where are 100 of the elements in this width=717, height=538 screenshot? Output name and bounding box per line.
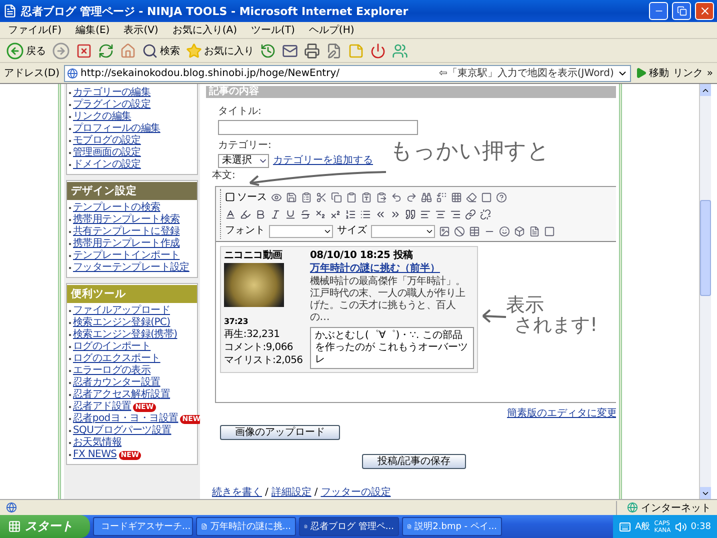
indent-icon[interactable] (390, 208, 401, 220)
italic-icon[interactable] (270, 208, 281, 220)
quote-icon[interactable] (405, 208, 416, 220)
taskbar-button[interactable]: コードギアスサーチ... (93, 517, 193, 536)
footer-link[interactable]: 続きを書く (212, 487, 262, 499)
copy-icon[interactable] (331, 192, 342, 202)
refresh-icon[interactable] (98, 42, 114, 58)
menu-item[interactable]: ヘルプ(H) (308, 23, 354, 37)
restore-button[interactable] (672, 2, 691, 20)
help-icon[interactable] (496, 192, 507, 202)
taskbar-button[interactable]: 忍者ブログ 管理ペ... (299, 517, 399, 536)
sidebar-link[interactable]: テンプレートの検索 (73, 202, 160, 214)
title-field[interactable] (218, 120, 418, 135)
favorites-button[interactable]: お気に入り (186, 42, 254, 58)
bullet-list-icon[interactable] (360, 208, 371, 220)
sidebar-link[interactable]: 共有テンプレートに登録 (73, 226, 180, 238)
close-button[interactable] (695, 2, 714, 20)
sidebar-link[interactable]: モブログの設定 (73, 135, 141, 147)
menu-item[interactable]: 表示(V) (124, 23, 158, 37)
video-title-link[interactable]: 万年時計の謎に挑む（前半） (310, 263, 474, 275)
sidebar-link[interactable]: テンプレートインポート (73, 250, 180, 262)
taskbar-button[interactable]: 万年時計の謎に挑... (196, 517, 296, 536)
sidebar-link[interactable]: リンクの編集 (73, 111, 132, 123)
highlighter-icon[interactable] (240, 208, 251, 220)
underline-icon[interactable] (285, 208, 296, 220)
paste-word-icon[interactable] (376, 192, 387, 202)
sidebar-link[interactable]: フッターテンプレート設定 (73, 262, 190, 274)
table-icon[interactable] (469, 226, 480, 236)
sidebar-link[interactable]: 携帯用テンプレート検索 (73, 214, 180, 226)
sidebar-link[interactable]: ファイルアップロード (73, 305, 170, 317)
sidebar-link[interactable]: ログのエクスポート (73, 353, 160, 365)
box-icon[interactable] (514, 226, 525, 236)
paste-icon[interactable] (346, 192, 357, 202)
menu-item[interactable]: ファイル(F) (8, 23, 62, 37)
footer-link[interactable]: 詳細設定 (271, 487, 312, 499)
menu-item[interactable]: お気に入り(A) (172, 23, 237, 37)
align-left-icon[interactable] (420, 208, 431, 220)
unlink-icon[interactable] (480, 208, 491, 220)
mail-icon[interactable] (282, 42, 298, 58)
taskbar-button[interactable]: 説明2.bmp - ペイ... (402, 517, 502, 536)
save-icon[interactable] (286, 192, 297, 202)
back-button[interactable]: 戻る (6, 42, 46, 60)
history-icon[interactable] (260, 42, 276, 58)
go-button[interactable]: 移動 (634, 66, 669, 80)
sidebar-link[interactable]: ログのインポート (73, 341, 151, 353)
links-label[interactable]: リンク (672, 66, 703, 80)
sidebar-link[interactable]: ドメインの設定 (73, 159, 141, 171)
bold-icon[interactable] (255, 208, 266, 220)
sidebar-link[interactable]: エラーログの表示 (73, 365, 151, 377)
image-icon[interactable] (439, 226, 450, 236)
sidebar-link[interactable]: 検索エンジン登録(PC) (73, 317, 170, 329)
sidebar-link[interactable]: 忍者アド設置 (73, 401, 132, 413)
sidebar-link[interactable]: お天気情報 (73, 437, 122, 449)
text-color-icon[interactable] (225, 208, 236, 220)
sidebar-link[interactable]: カテゴリーの編集 (73, 87, 151, 99)
sidebar-link[interactable]: 携帯用テンプレート作成 (73, 238, 180, 250)
align-right-icon[interactable] (450, 208, 461, 220)
menu-item[interactable]: 編集(E) (76, 23, 110, 37)
eraser-icon[interactable] (466, 192, 477, 202)
upload-image-button[interactable]: 画像のアップロード (220, 425, 340, 440)
page-icon[interactable] (529, 226, 540, 236)
sidebar-link[interactable]: プラグインの設定 (73, 99, 151, 111)
sidebar-link[interactable]: FX NEWS (73, 449, 117, 461)
no-sign-icon[interactable] (454, 226, 465, 236)
stop-icon[interactable] (76, 42, 92, 58)
sidebar-link[interactable]: 忍者アクセス解析設置 (73, 389, 170, 401)
outdent-icon[interactable] (375, 208, 386, 220)
sidebar-link[interactable]: プロフィールの編集 (73, 123, 160, 135)
replace-icon[interactable] (436, 192, 447, 202)
sidebar-link[interactable]: 忍者podヨ・ヨ・ヨ設置 (73, 413, 178, 425)
preview-icon[interactable] (271, 192, 282, 202)
align-center-icon[interactable] (435, 208, 446, 220)
superscript-icon[interactable] (330, 208, 341, 220)
more-chevron[interactable]: » (706, 68, 713, 78)
strikethrough-icon[interactable] (300, 208, 311, 220)
source-button[interactable]: ソース (225, 190, 267, 204)
category-select[interactable]: 未選択 (218, 154, 269, 168)
select-all-icon[interactable] (451, 192, 462, 202)
sidebar-link[interactable]: 忍者カウンター設置 (73, 377, 160, 389)
binoculars-icon[interactable] (421, 192, 432, 202)
search-button[interactable]: 検索 (142, 42, 180, 58)
menu-item[interactable]: ツール(T) (251, 23, 295, 37)
paste-text-icon[interactable] (361, 192, 372, 202)
footer-link[interactable]: フッターの設定 (320, 487, 391, 499)
subscript-icon[interactable] (315, 208, 326, 220)
scrollbar[interactable] (699, 84, 711, 499)
redo-icon[interactable] (406, 192, 417, 202)
numbered-list-icon[interactable] (345, 208, 356, 220)
undo-icon[interactable] (391, 192, 402, 202)
sidebar-link[interactable]: 管理画面の設定 (73, 147, 141, 159)
sidebar-link[interactable]: SQUブログパーツ設置 (73, 425, 172, 437)
save-button[interactable]: 投稿/記事の保存 (362, 454, 466, 469)
scrollbar-thumb[interactable] (700, 200, 711, 296)
print-icon[interactable] (304, 42, 320, 58)
link-icon[interactable] (465, 208, 476, 220)
square-icon[interactable] (544, 226, 555, 236)
sidebar-link[interactable]: 検索エンジン登録(携帯) (73, 329, 178, 341)
minimize-button[interactable] (649, 2, 668, 20)
address-field[interactable]: http://sekainokodou.blog.shinobi.jp/hoge/NewEntry/ ⇦「東京駅」入力で地図を表示(JWord) (64, 64, 631, 82)
template-icon[interactable] (301, 192, 312, 202)
